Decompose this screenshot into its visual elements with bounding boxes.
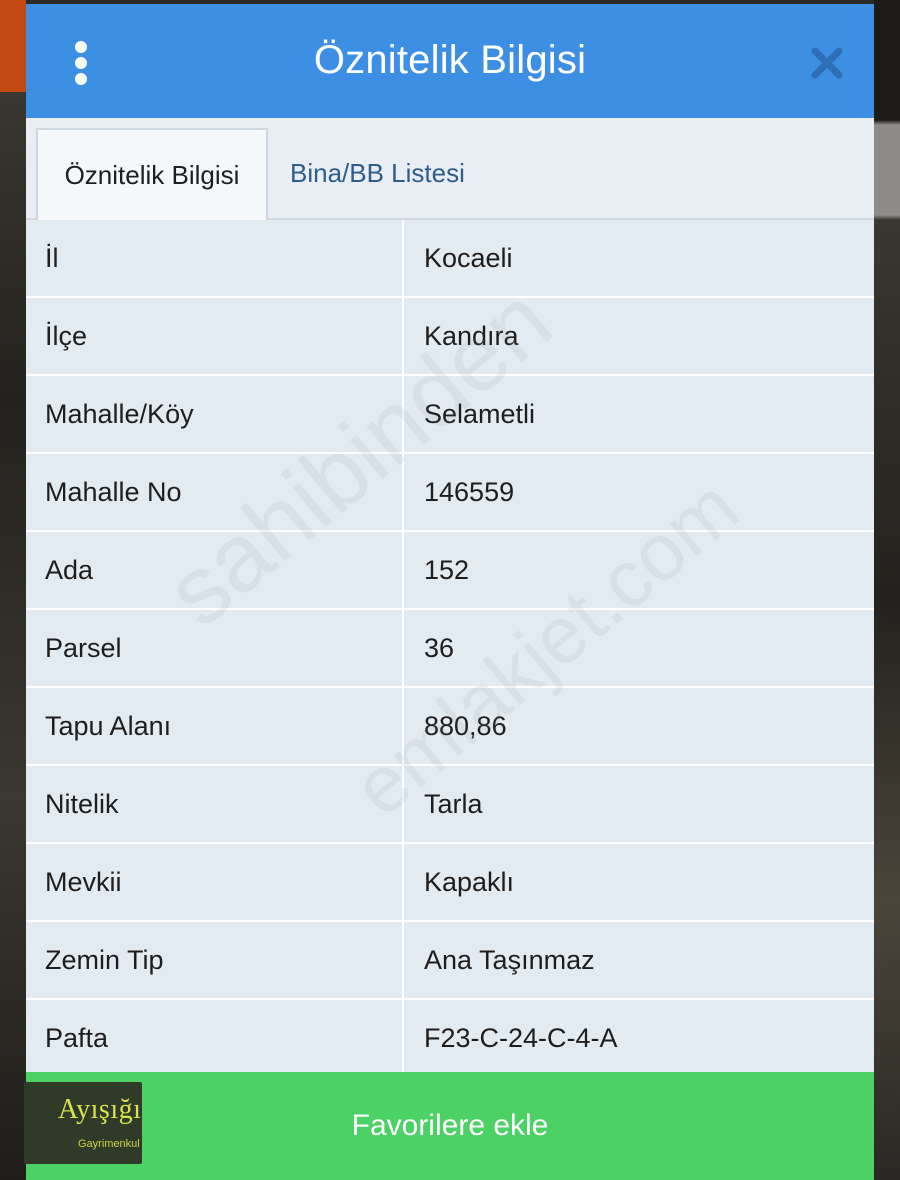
table-row: Ada 152 — [26, 532, 874, 610]
attribute-info-dialog: Öznitelik Bilgisi Öznitelik Bilgisi Bina… — [26, 4, 874, 1180]
attribute-key: İl — [26, 220, 404, 296]
table-row: Zemin Tip Ana Taşınmaz — [26, 922, 874, 1000]
table-row: Nitelik Tarla — [26, 766, 874, 844]
dialog-title: Öznitelik Bilgisi — [313, 38, 587, 82]
attribute-key: İlçe — [26, 298, 404, 374]
attribute-value: Selametli — [424, 399, 536, 429]
attribute-value: Tarla — [424, 789, 483, 819]
table-row: İlçe Kandıra — [26, 298, 874, 376]
table-row: Mahalle/Köy Selametli — [26, 376, 874, 454]
attribute-value: Ana Taşınmaz — [424, 945, 595, 975]
table-row: Parsel 36 — [26, 610, 874, 688]
attribute-value: Kandıra — [424, 321, 519, 351]
table-row: Mevkii Kapaklı — [26, 844, 874, 922]
table-row: Pafta F23-C-24-C-4-A — [26, 1000, 874, 1078]
attribute-key: Nitelik — [26, 766, 404, 842]
attribute-key: Tapu Alanı — [26, 688, 404, 764]
attribute-value: 880,86 — [424, 711, 507, 741]
attribute-value: Kapaklı — [424, 867, 515, 897]
attribute-key: Parsel — [26, 610, 404, 686]
attribute-value: 146559 — [424, 477, 515, 507]
tab-bar: Öznitelik Bilgisi Bina/BB Listesi — [26, 118, 874, 220]
table-row: İl Kocaeli — [26, 220, 874, 298]
attribute-value: Kocaeli — [424, 243, 513, 273]
map-background-right — [874, 0, 900, 1180]
attribute-key: Mevkii — [26, 844, 404, 920]
table-row: Tapu Alanı 880,86 — [26, 688, 874, 766]
attribute-value: 152 — [424, 555, 470, 585]
attribute-key: Mahalle/Köy — [26, 376, 404, 452]
logo-name: Ayışığı — [58, 1094, 142, 1125]
attribute-value: F23-C-24-C-4-A — [424, 1023, 618, 1053]
tab-building-list[interactable]: Bina/BB Listesi — [290, 128, 465, 218]
attribute-key: Zemin Tip — [26, 922, 404, 998]
attribute-table: İl Kocaeli İlçe Kandıra Mahalle/Köy Sela… — [26, 220, 874, 1078]
logo-subtitle: Gayrimenkul — [78, 1138, 140, 1150]
agency-logo: Ayışığı Gayrimenkul — [24, 1082, 142, 1164]
tab-attribute-info[interactable]: Öznitelik Bilgisi — [36, 128, 268, 220]
close-icon[interactable] — [810, 46, 844, 80]
dialog-header: Öznitelik Bilgisi — [26, 4, 874, 118]
attribute-key: Ada — [26, 532, 404, 608]
table-row: Mahalle No 146559 — [26, 454, 874, 532]
attribute-value: 36 — [424, 633, 455, 663]
map-background-left — [0, 0, 26, 1180]
add-to-favorites-button[interactable]: Favorilere ekle — [26, 1072, 874, 1180]
attribute-key: Mahalle No — [26, 454, 404, 530]
attribute-key: Pafta — [26, 1000, 404, 1076]
